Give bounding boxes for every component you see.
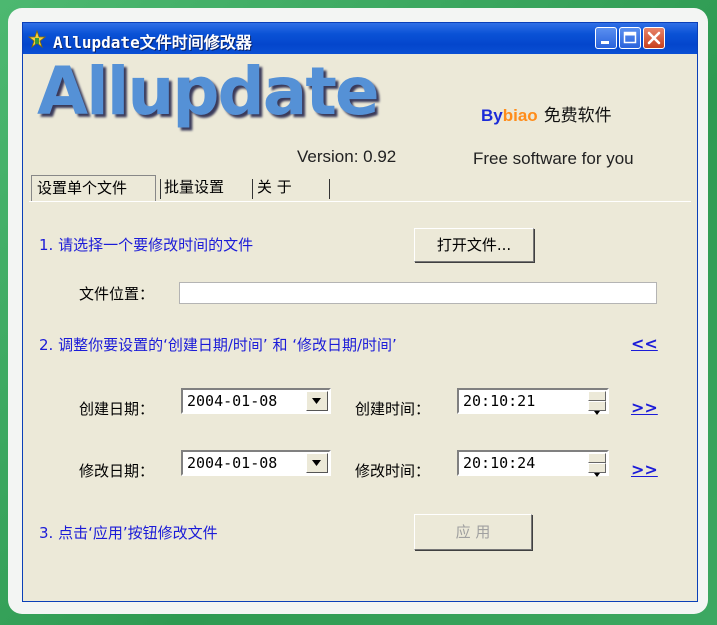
create-time-spinner[interactable]: [588, 391, 606, 415]
step2-text: 2. 调整你要设置的‘创建日期/时间’ 和 ‘修改日期/时间’: [39, 336, 397, 354]
tab-about[interactable]: 关 于: [257, 175, 292, 201]
tab-batch[interactable]: 批量设置: [164, 175, 224, 201]
single-file-panel: 1. 请选择一个要修改时间的文件 打开文件... 文件位置： 2. 调整你要设置…: [29, 201, 691, 599]
create-date-dropdown[interactable]: [306, 391, 328, 411]
spin-down-icon: [594, 411, 600, 415]
modify-time-value: 20:10:24: [463, 454, 536, 472]
modify-time-field[interactable]: 20:10:24: [457, 450, 609, 477]
title-bar[interactable]: Allupdate文件时间修改器: [23, 23, 697, 54]
author-by: By: [481, 106, 503, 125]
apply-button[interactable]: 应 用: [414, 514, 532, 550]
tab-single-file[interactable]: 设置单个文件: [31, 175, 156, 201]
version-label: Version: 0.92: [297, 147, 397, 166]
tab-divider: [252, 179, 253, 199]
app-logo: Allupdate: [37, 53, 380, 130]
spin-down[interactable]: [588, 463, 606, 477]
window-title: Allupdate文件时间修改器: [53, 33, 252, 52]
tab-divider: [329, 179, 330, 199]
copy-modify-link[interactable]: >>: [631, 460, 658, 479]
collapse-link[interactable]: <<: [631, 334, 658, 353]
step1-text: 1. 请选择一个要修改时间的文件: [39, 236, 254, 254]
minimize-button[interactable]: [595, 27, 617, 49]
create-time-value: 20:10:21: [463, 392, 536, 410]
modify-date-picker[interactable]: 2004-01-08: [181, 450, 331, 476]
modify-time-label: 修改时间：: [355, 462, 431, 480]
tab-divider: [160, 179, 161, 199]
author-line: Bybiao 免费软件: [481, 101, 612, 126]
open-file-button[interactable]: 打开文件...: [414, 228, 534, 262]
spin-up[interactable]: [588, 453, 606, 467]
modify-time-spinner[interactable]: [588, 453, 606, 477]
copy-create-link[interactable]: >>: [631, 398, 658, 417]
create-time-field[interactable]: 20:10:21: [457, 388, 609, 415]
maximize-button[interactable]: [619, 27, 641, 49]
close-button[interactable]: [643, 27, 665, 49]
spin-down-icon: [594, 473, 600, 477]
free-software-label: 免费软件: [543, 106, 612, 125]
create-date-value: 2004-01-08: [187, 392, 278, 410]
step3-text: 3. 点击‘应用’按钮修改文件: [39, 524, 218, 542]
close-icon: [647, 31, 661, 45]
author-name: biao: [502, 106, 538, 125]
file-location-label: 文件位置：: [79, 285, 155, 303]
dropdown-arrow-icon: [312, 460, 321, 466]
modify-date-value: 2004-01-08: [187, 454, 278, 472]
file-location-field[interactable]: [179, 282, 657, 304]
create-date-label: 创建日期：: [79, 400, 155, 418]
tagline: Free software for you: [473, 149, 634, 168]
modify-date-dropdown[interactable]: [306, 453, 328, 473]
modify-date-label: 修改日期：: [79, 462, 155, 480]
maximize-icon: [623, 31, 637, 44]
spin-down[interactable]: [588, 401, 606, 415]
create-time-label: 创建时间：: [355, 400, 431, 418]
create-date-picker[interactable]: 2004-01-08: [181, 388, 331, 414]
dropdown-arrow-icon: [312, 398, 321, 404]
app-window: Allupdate文件时间修改器 Allupdate Version: 0.92…: [22, 22, 698, 602]
minimize-icon: [601, 41, 609, 44]
app-icon: [28, 30, 46, 48]
spin-up[interactable]: [588, 391, 606, 405]
